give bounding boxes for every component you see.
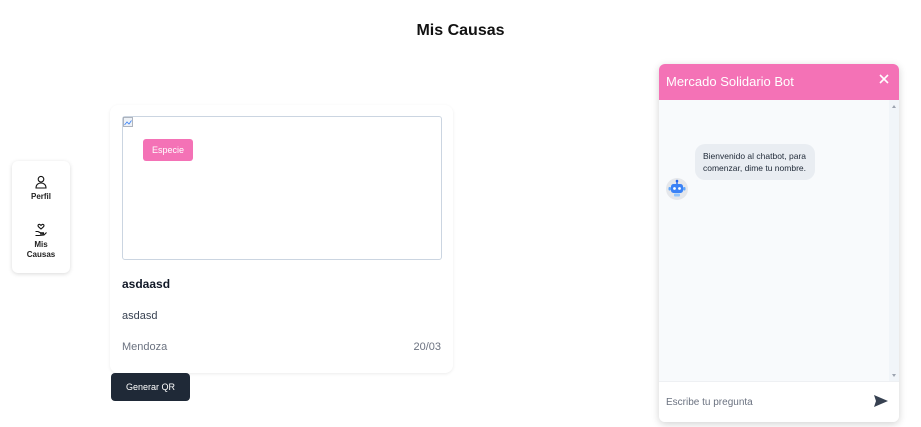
- side-nav: Perfil Mis Causas: [12, 161, 70, 273]
- page-title: Mis Causas: [416, 22, 505, 39]
- category-badge: Especie: [143, 139, 194, 161]
- bot-message: Bienvenido al chatbot, para comenzar, di…: [695, 144, 815, 180]
- hand-heart-icon: [35, 223, 47, 237]
- chat-input-bar: [659, 381, 899, 422]
- generate-qr-button[interactable]: Generar QR: [111, 373, 190, 401]
- scroll-down-arrow-icon[interactable]: [892, 374, 896, 377]
- chatbot-title: Mercado Solidario Bot: [666, 74, 794, 89]
- chat-scrollbar[interactable]: [889, 100, 899, 382]
- chatbot-header: Mercado Solidario Bot: [659, 64, 899, 100]
- nav-item-mis-causas[interactable]: Mis Causas: [12, 223, 70, 260]
- user-icon: [35, 175, 47, 189]
- broken-image-icon: [123, 117, 133, 127]
- nav-label-perfil: Perfil: [30, 192, 51, 201]
- send-icon[interactable]: [873, 394, 889, 408]
- cause-image: Especie: [122, 116, 442, 260]
- close-icon[interactable]: [877, 72, 891, 86]
- cause-title: asdaasd: [122, 277, 171, 291]
- cause-card: Especie asdaasd asdasd Mendoza 20/03: [110, 105, 453, 373]
- nav-label-causas: Causas: [26, 250, 56, 259]
- robot-icon: [666, 178, 688, 200]
- cause-date: 20/03: [413, 341, 441, 353]
- chatbot-window: Mercado Solidario Bot Bienvenido al chat…: [659, 64, 899, 422]
- scroll-up-arrow-icon[interactable]: [892, 105, 896, 108]
- cause-location: Mendoza: [122, 341, 168, 353]
- nav-item-perfil[interactable]: Perfil: [12, 175, 70, 202]
- chat-question-input[interactable]: [666, 392, 856, 412]
- cause-description: asdasd: [122, 310, 158, 322]
- nav-label-mis: Mis: [34, 240, 48, 249]
- chat-messages: Bienvenido al chatbot, para comenzar, di…: [659, 100, 889, 382]
